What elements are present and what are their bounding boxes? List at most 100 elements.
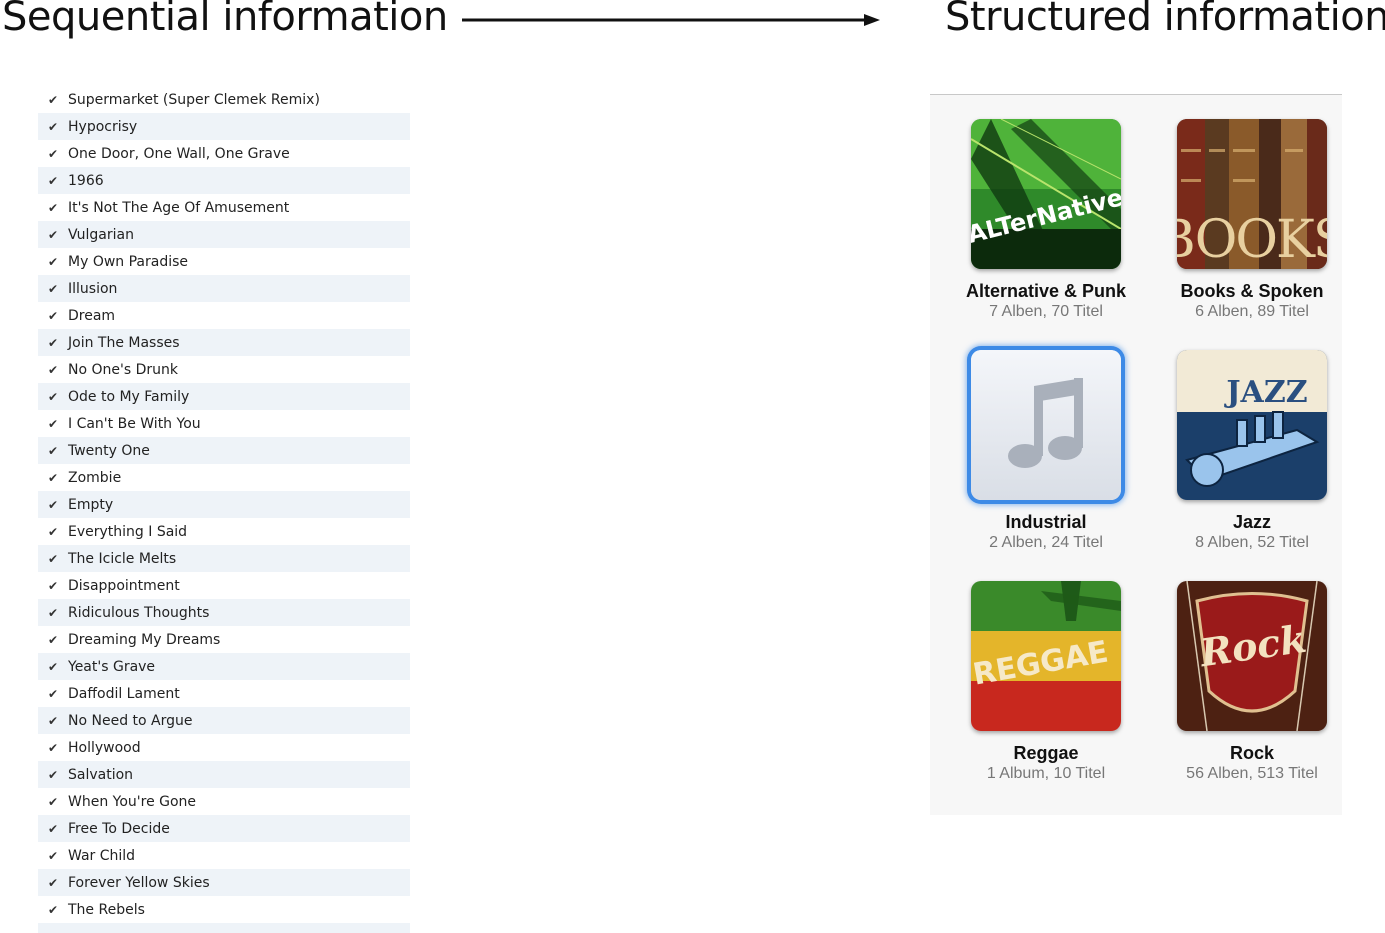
- check-icon[interactable]: ✔: [48, 255, 68, 269]
- track-row[interactable]: ✔ Salvation: [38, 761, 410, 788]
- genre-tile-jazz[interactable]: JAZZ Jazz 8 Alben, 52 Titel: [1149, 350, 1355, 552]
- check-icon[interactable]: ✔: [48, 579, 68, 593]
- track-row[interactable]: ✔ Zombie: [38, 464, 410, 491]
- track-title: Zombie: [68, 469, 122, 486]
- genre-tile-industrial[interactable]: Industrial 2 Alben, 24 Titel: [943, 350, 1149, 552]
- check-icon[interactable]: ✔: [48, 363, 68, 377]
- check-icon[interactable]: ✔: [48, 201, 68, 215]
- genre-meta: 56 Alben, 513 Titel: [1186, 765, 1318, 782]
- check-icon[interactable]: ✔: [48, 93, 68, 107]
- check-icon[interactable]: ✔: [48, 876, 68, 890]
- track-title: War Child: [68, 847, 136, 864]
- check-icon[interactable]: ✔: [48, 444, 68, 458]
- genre-name: Rock: [1229, 743, 1274, 763]
- track-row[interactable]: ✔ Join The Masses: [38, 329, 410, 356]
- track-row[interactable]: ✔ It's Not The Age Of Amusement: [38, 194, 410, 221]
- genre-tile-alternative[interactable]: ALTerNative Alternative & Punk 7 Alben, …: [943, 119, 1149, 321]
- check-icon[interactable]: ✔: [48, 687, 68, 701]
- check-icon[interactable]: ✔: [48, 714, 68, 728]
- track-row[interactable]: ✔ Disappointment: [38, 572, 410, 599]
- track-row[interactable]: ✔ Empty: [38, 491, 410, 518]
- check-icon[interactable]: ✔: [48, 552, 68, 566]
- check-icon[interactable]: ✔: [48, 741, 68, 755]
- check-icon[interactable]: ✔: [48, 903, 68, 917]
- track-title: The Icicle Melts: [68, 550, 177, 567]
- track-row[interactable]: ✔ Forever Yellow Skies: [38, 869, 410, 896]
- track-row[interactable]: ✔ Ode to My Family: [38, 383, 410, 410]
- check-icon[interactable]: ✔: [48, 822, 68, 836]
- track-title: Supermarket (Super Clemek Remix): [68, 91, 320, 108]
- track-row[interactable]: ✔ Daffodil Lament: [38, 680, 410, 707]
- track-title: Ode to My Family: [68, 388, 190, 405]
- track-row[interactable]: ✔ The Icicle Melts: [38, 545, 410, 572]
- track-row[interactable]: ✔ Yeat's Grave: [38, 653, 410, 680]
- genre-meta: 6 Alben, 89 Titel: [1195, 303, 1309, 320]
- track-title: Illusion: [68, 280, 118, 297]
- check-icon[interactable]: ✔: [48, 174, 68, 188]
- check-icon[interactable]: ✔: [48, 390, 68, 404]
- check-icon[interactable]: ✔: [48, 525, 68, 539]
- books-artwork: BOOKS: [1177, 119, 1327, 269]
- check-icon[interactable]: ✔: [48, 336, 68, 350]
- check-icon[interactable]: ✔: [48, 147, 68, 161]
- check-icon[interactable]: ✔: [48, 471, 68, 485]
- track-title: One Door, One Wall, One Grave: [68, 145, 290, 162]
- jazz-artwork: JAZZ: [1177, 350, 1327, 500]
- rock-artwork: Rock: [1177, 581, 1327, 731]
- default-artwork: [971, 350, 1121, 500]
- genre-tile-rock[interactable]: Rock Rock 56 Alben, 513 Titel: [1149, 581, 1355, 783]
- check-icon[interactable]: ✔: [48, 417, 68, 431]
- track-row[interactable]: ✔ Ridiculous Thoughts: [38, 599, 410, 626]
- genre-meta: 8 Alben, 52 Titel: [1195, 534, 1309, 551]
- check-icon[interactable]: ✔: [48, 795, 68, 809]
- track-row[interactable]: ✔ War Child: [38, 842, 410, 869]
- track-row[interactable]: ✔ When You're Gone: [38, 788, 410, 815]
- check-icon[interactable]: ✔: [48, 660, 68, 674]
- track-title: Ridiculous Thoughts: [68, 604, 210, 621]
- track-row[interactable]: ✔ One Door, One Wall, One Grave: [38, 140, 410, 167]
- track-title: Yeat's Grave: [68, 658, 156, 675]
- track-row[interactable]: ✔ Hypocrisy: [38, 113, 410, 140]
- genre-tile-reggae[interactable]: REGGAE Reggae 1 Album, 10 Titel: [943, 581, 1149, 783]
- track-row[interactable]: ✔ Hollywood: [38, 734, 410, 761]
- track-row[interactable]: ✔ 1966: [38, 167, 410, 194]
- track-row[interactable]: ✔ The Rebels: [38, 896, 410, 923]
- track-title: Dream: [68, 307, 116, 324]
- track-row[interactable]: ✔ Dreaming My Dreams: [38, 626, 410, 653]
- check-icon[interactable]: ✔: [48, 309, 68, 323]
- track-row[interactable]: ✔ Dream: [38, 302, 410, 329]
- check-icon[interactable]: ✔: [48, 282, 68, 296]
- check-icon[interactable]: ✔: [48, 228, 68, 242]
- track-title: When You're Gone: [68, 793, 197, 810]
- track-row[interactable]: ✔ Illusion: [38, 275, 410, 302]
- track-row[interactable]: ✔ Free To Decide: [38, 815, 410, 842]
- track-row[interactable]: ✔ Twenty One: [38, 437, 410, 464]
- genre-grid: ALTerNative Alternative & Punk 7 Alben, …: [930, 94, 1342, 815]
- track-title: 1966: [68, 172, 104, 189]
- track-title: Everything I Said: [68, 523, 188, 540]
- track-title: Disappointment: [68, 577, 180, 594]
- check-icon[interactable]: ✔: [48, 633, 68, 647]
- track-title: No One's Drunk: [68, 361, 178, 378]
- track-row[interactable]: ✔ Vulgarian: [38, 221, 410, 248]
- track-row[interactable]: ✔ I Can't Be With You: [38, 410, 410, 437]
- track-row[interactable]: ✔ No Need to Argue: [38, 707, 410, 734]
- genre-tile-books[interactable]: BOOKS Books & Spoken 6 Alben, 89 Titel: [1149, 119, 1355, 321]
- genre-name: Books & Spoken: [1180, 281, 1324, 301]
- check-icon[interactable]: ✔: [48, 498, 68, 512]
- check-icon[interactable]: ✔: [48, 768, 68, 782]
- genre-meta: 7 Alben, 70 Titel: [989, 303, 1103, 320]
- track-title: Daffodil Lament: [68, 685, 180, 702]
- check-icon[interactable]: ✔: [48, 120, 68, 134]
- track-title: My Own Paradise: [68, 253, 189, 270]
- track-row[interactable]: ✔ No One's Drunk: [38, 356, 410, 383]
- track-title: Join The Masses: [68, 334, 180, 351]
- track-row[interactable]: ✔ My Own Paradise: [38, 248, 410, 275]
- track-title: Dreaming My Dreams: [68, 631, 221, 648]
- check-icon[interactable]: ✔: [48, 606, 68, 620]
- track-row[interactable]: ✔ Everything I Said: [38, 518, 410, 545]
- check-icon[interactable]: ✔: [48, 849, 68, 863]
- track-title: Salvation: [68, 766, 134, 783]
- track-row[interactable]: ✔ Supermarket (Super Clemek Remix): [38, 86, 410, 113]
- arrow-right-icon: [462, 14, 880, 26]
